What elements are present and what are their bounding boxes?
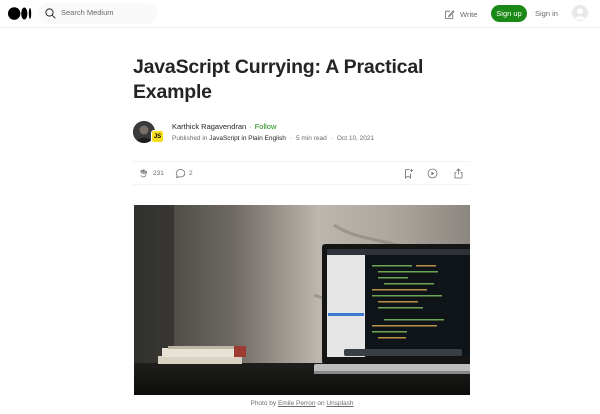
top-navigation-bar: Search Medium Write Sign up Sign in — [0, 0, 600, 28]
article-title: JavaScript Currying: A Practical Example — [133, 56, 424, 103]
search-icon — [45, 8, 56, 19]
publish-date: Oct 10, 2021 — [336, 135, 375, 142]
write-label: Write — [460, 9, 478, 19]
search-bar[interactable]: Search Medium — [38, 3, 157, 24]
separator-dot: · — [289, 135, 293, 142]
article-hero-image — [134, 205, 470, 395]
publication-link[interactable]: JavaScript in Plain English — [209, 135, 286, 142]
share-button[interactable] — [453, 168, 464, 179]
clap-count: 231 — [153, 170, 164, 177]
author-line: Karthick Ragavendran · Follow — [172, 122, 276, 131]
hero-photo — [134, 205, 470, 395]
follow-link[interactable]: Follow — [255, 122, 277, 131]
unsplash-link[interactable]: Unsplash — [326, 400, 353, 407]
responses-button[interactable]: 2 — [175, 168, 193, 179]
article-meta: Published in JavaScript in Plain English… — [172, 135, 374, 142]
caption-prefix: Photo by — [250, 400, 277, 407]
share-icon — [454, 168, 463, 179]
bookmark-add-icon — [405, 169, 413, 179]
caption-on: on — [317, 400, 325, 407]
publication-badge[interactable]: JS — [151, 130, 164, 143]
write-button[interactable]: Write — [444, 7, 477, 21]
comment-icon — [175, 169, 186, 179]
response-count: 2 — [189, 170, 193, 177]
published-in-label: Published in — [172, 135, 208, 142]
image-caption: Photo by Emile Perron on Unsplash — [134, 400, 470, 407]
search-input[interactable]: Search Medium — [61, 8, 114, 17]
author-name[interactable]: Karthick Ragavendran — [172, 122, 246, 131]
separator-dot: · — [249, 122, 252, 131]
listen-button[interactable] — [427, 168, 438, 179]
read-time: 5 min read — [296, 135, 327, 142]
user-avatar-icon[interactable] — [572, 5, 588, 21]
sign-in-link[interactable]: Sign in — [535, 9, 558, 18]
clap-button[interactable]: 231 — [139, 168, 164, 179]
sign-up-button[interactable]: Sign up — [491, 5, 527, 22]
clap-icon — [140, 169, 147, 178]
save-button[interactable] — [403, 168, 414, 179]
play-icon — [427, 168, 438, 179]
medium-logo-icon[interactable] — [8, 7, 32, 20]
article-action-bar: 231 2 — [133, 161, 470, 185]
photographer-link[interactable]: Emile Perron — [278, 400, 316, 407]
write-icon — [445, 9, 455, 19]
separator-dot: · — [330, 135, 333, 142]
